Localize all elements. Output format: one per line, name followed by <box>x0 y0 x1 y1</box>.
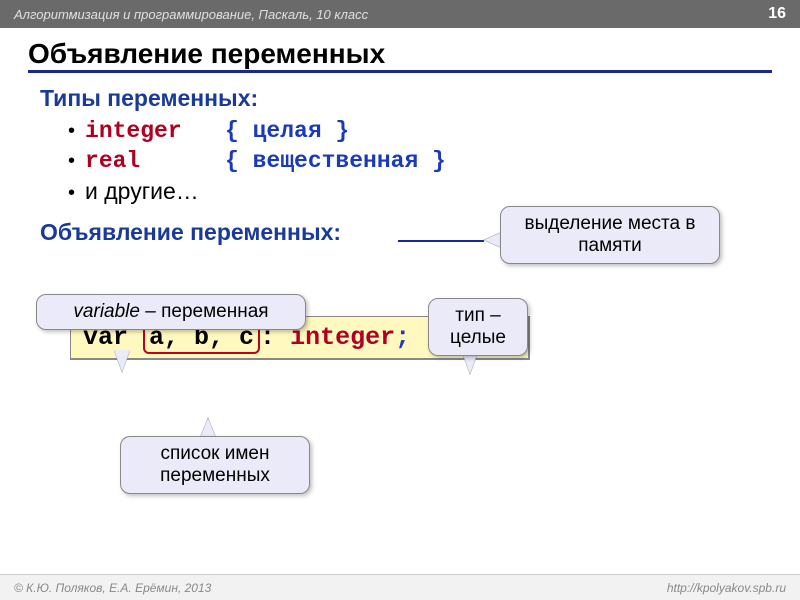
code-integer-type: integer <box>290 323 395 352</box>
callout-variable: variable – переменная <box>36 294 306 330</box>
code-semicolon: ; <box>395 323 410 352</box>
slide-footer: © К.Ю. Поляков, Е.А. Ерёмин, 2013 http:/… <box>0 574 800 600</box>
footer-url: http://kpolyakov.spb.ru <box>667 581 786 595</box>
bullet-real: • real { вещественная } <box>68 148 760 174</box>
others-text: и другие… <box>85 178 199 205</box>
callout-type: тип – целые <box>428 298 528 356</box>
integer-comment: { целая } <box>225 118 349 144</box>
footer-copyright: © К.Ю. Поляков, Е.А. Ерёмин, 2013 <box>14 581 211 595</box>
callout-list: список имен переменных <box>120 436 310 494</box>
bullet-dot-icon: • <box>68 121 75 141</box>
callout-memory: выделение места в памяти <box>500 206 720 264</box>
bullet-dot-icon: • <box>68 183 75 203</box>
bullet-others: • и другие… <box>68 178 760 205</box>
slide-header: Алгоритмизация и программирование, Паска… <box>0 0 800 28</box>
type-bullets: • integer { целая } • real { вещественна… <box>68 118 760 205</box>
page-number: 16 <box>768 5 786 23</box>
callout-tail-icon <box>114 350 130 372</box>
callout-tail-icon <box>200 418 216 438</box>
integer-keyword: integer <box>85 118 225 144</box>
callout-variable-rest: – переменная <box>140 301 269 322</box>
real-keyword: real <box>85 148 225 174</box>
real-comment: { вещественная } <box>225 148 446 174</box>
bullet-integer: • integer { целая } <box>68 118 760 144</box>
connector-line <box>398 240 484 242</box>
course-title: Алгоритмизация и программирование, Паска… <box>14 7 368 22</box>
bullet-dot-icon: • <box>68 151 75 171</box>
types-heading: Типы переменных: <box>40 85 760 112</box>
callout-variable-italic: variable <box>73 301 140 322</box>
slide-title: Объявление переменных <box>28 38 772 73</box>
